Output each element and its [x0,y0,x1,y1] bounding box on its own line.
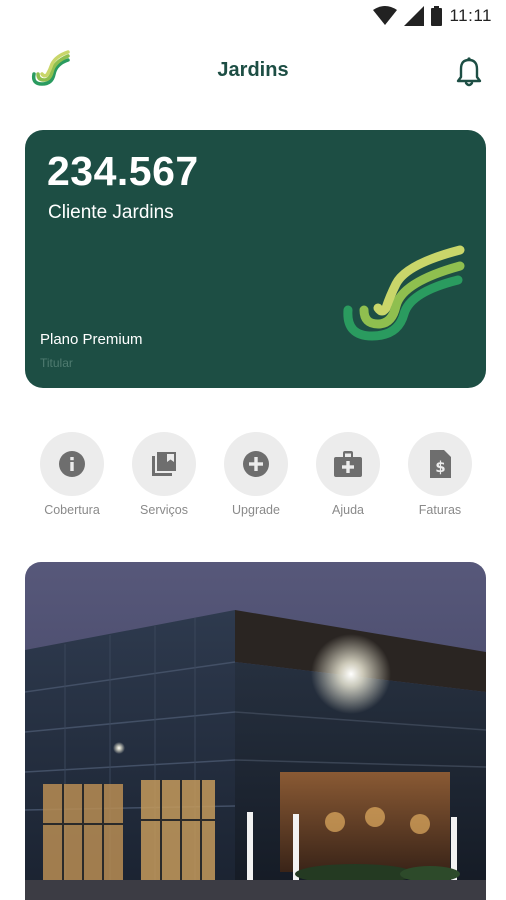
medical-kit-icon [334,451,362,477]
app-title: Jardins [217,59,289,81]
action-upgrade-button[interactable] [224,432,288,496]
action-label: Faturas [418,503,462,517]
action-servicos[interactable]: Serviços [131,432,197,517]
invoice-icon: $ [430,450,451,478]
signal-icon [404,6,425,26]
status-icons: 11:11 [373,6,492,26]
add-circle-icon [243,451,269,477]
app-header: Jardins [0,44,506,100]
battery-icon [431,6,443,26]
membership-card[interactable]: 234.567 Cliente Jardins Plano Premium Ti… [25,130,486,388]
building-photo [25,562,486,900]
action-label: Ajuda [332,503,364,517]
action-servicos-button[interactable] [132,432,196,496]
action-ajuda[interactable]: Ajuda [315,432,381,517]
info-icon [59,451,85,477]
card-holder-name: Cliente Jardins [48,202,174,223]
card-brand-logo [343,245,465,341]
building-photo-banner[interactable] [25,562,486,900]
action-label: Upgrade [232,503,280,517]
svg-text:$: $ [435,458,445,476]
card-role: Titular [40,356,73,370]
action-cobertura[interactable]: Cobertura [39,432,105,517]
action-label: Serviços [140,503,188,517]
action-upgrade[interactable]: Upgrade [223,432,289,517]
bell-icon[interactable] [454,56,484,88]
action-label: Cobertura [44,503,100,517]
action-ajuda-button[interactable] [316,432,380,496]
library-icon [152,452,176,476]
wifi-icon [373,6,398,25]
status-bar: 11:11 [0,0,506,34]
card-plan: Plano Premium [40,331,143,348]
action-faturas[interactable]: $ Faturas [407,432,473,517]
card-number: 234.567 [47,148,199,194]
action-cobertura-button[interactable] [40,432,104,496]
status-time: 11:11 [449,6,492,25]
shortcut-actions: Cobertura Serviços Upgrade Ajuda $ Fatur… [25,432,486,522]
action-faturas-button[interactable]: $ [408,432,472,496]
